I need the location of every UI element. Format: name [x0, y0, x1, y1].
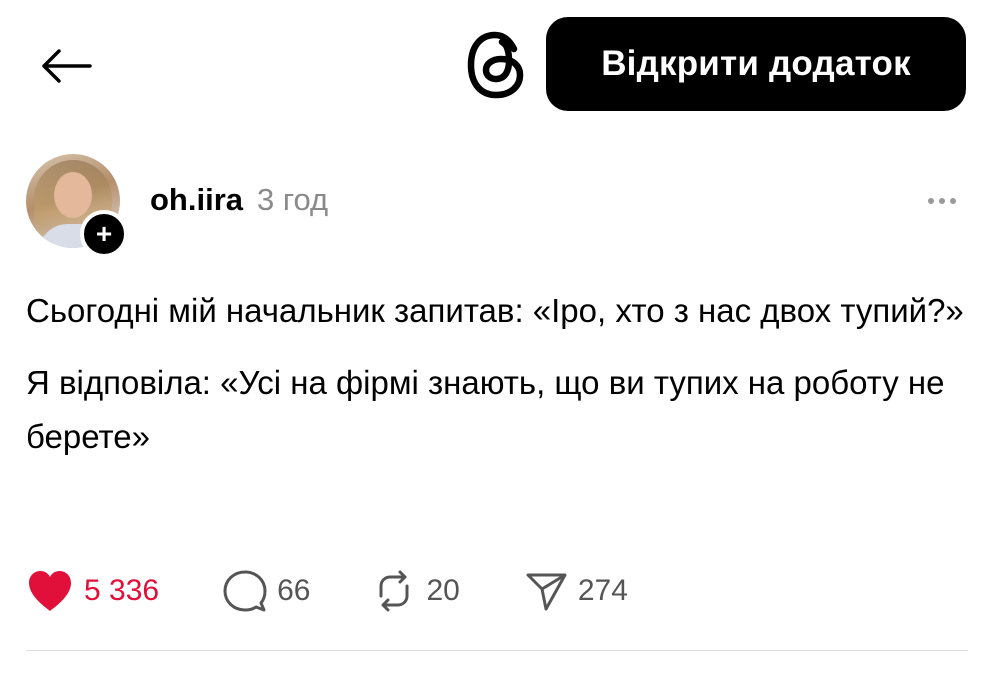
more-dots-icon [939, 198, 945, 204]
share-count: 274 [577, 574, 628, 607]
speech-bubble-icon [223, 570, 267, 612]
post-paragraph: Сьогодні мій начальник запитав: «Іро, хт… [26, 292, 964, 329]
post-time: 3 год [257, 182, 329, 217]
more-dots-icon [950, 198, 956, 204]
username[interactable]: oh.iira [150, 182, 243, 218]
avatar-face [54, 172, 92, 218]
send-icon [526, 573, 567, 611]
share-button[interactable]: 274 [524, 569, 628, 613]
repost-icon [379, 570, 409, 612]
post-paragraph: Я відповіла: «Усі на фірмі знають, що ви… [26, 364, 945, 455]
reply-count: 66 [277, 574, 311, 607]
open-app-button[interactable]: Відкрити додаток [546, 17, 966, 111]
post-meta: oh.iira 3 год [150, 182, 328, 218]
threads-logo-icon[interactable] [462, 27, 532, 103]
like-button[interactable]: 5 336 [26, 569, 159, 613]
back-button[interactable] [38, 44, 94, 88]
post-body: Сьогодні мій начальник запитав: «Іро, хт… [26, 284, 966, 464]
heart-icon [29, 571, 71, 611]
more-options-button[interactable] [918, 186, 966, 216]
reply-button[interactable]: 66 [223, 569, 310, 613]
divider [26, 650, 968, 651]
repost-count: 20 [426, 574, 460, 607]
post-actions: 5 336 66 20 274 [26, 567, 628, 615]
repost-button[interactable]: 20 [372, 569, 460, 613]
more-dots-icon [928, 198, 934, 204]
like-count: 5 336 [84, 574, 160, 607]
arrow-left-icon [42, 49, 92, 83]
plus-icon: + [95, 218, 113, 249]
follow-plus-button[interactable]: + [80, 210, 128, 258]
threads-post-page: Відкрити додаток + oh.iira 3 год Сьогодн… [0, 0, 1000, 698]
